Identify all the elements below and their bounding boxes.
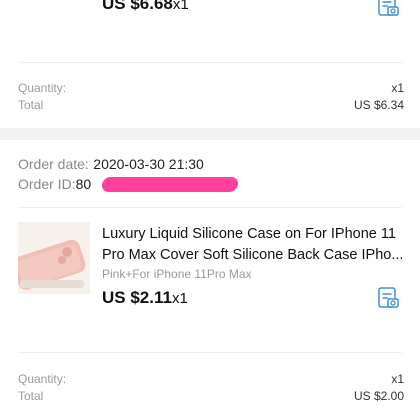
order2-qty-mult: x1 — [171, 290, 188, 307]
order2-total-value: US $2.00 — [353, 389, 404, 403]
order2-item-price: US $2.11x1 — [102, 288, 188, 308]
order2-price-text: US $2.11 — [102, 288, 172, 307]
order1-total-value: US $6.34 — [353, 98, 404, 112]
order2-header-divider — [18, 207, 402, 208]
order1-review-button[interactable] — [376, 0, 400, 23]
product-thumbnail-image — [18, 222, 90, 294]
review-camera-icon — [378, 0, 399, 16]
order-date-value: 2020-03-30 21:30 — [93, 156, 204, 172]
order1-qty-mult: x1 — [172, 0, 189, 13]
order1-quantity-label: Quantity: — [18, 81, 67, 95]
order2-divider — [18, 352, 402, 353]
order2-quantity-label: Quantity: — [18, 372, 67, 386]
redaction-scribble — [100, 177, 240, 192]
order2-date-row: Order date: 2020-03-30 21:30 — [18, 156, 204, 174]
order2-total-label: Total — [18, 389, 44, 403]
order1-divider — [18, 62, 402, 63]
order-id-label: Order ID: — [18, 176, 76, 192]
order1-item-price: US $6.68x1 — [102, 0, 189, 14]
product-title[interactable]: Luxury Liquid Silicone Case on For IPhon… — [102, 224, 406, 266]
product-variant: Pink+For iPhone 11Pro Max — [102, 267, 252, 281]
order-date-label: Order date: — [18, 156, 89, 172]
order1-quantity-value: x1 — [391, 81, 404, 95]
order2-review-button[interactable] — [376, 286, 400, 315]
order-separator-band — [0, 128, 420, 140]
order2-id-row: Order ID:80 — [18, 176, 278, 196]
review-camera-icon — [378, 287, 399, 308]
order-id-value: 80 — [75, 176, 92, 192]
order1-total-label: Total — [18, 98, 44, 112]
order2-quantity-value: x1 — [391, 372, 404, 386]
product-thumbnail[interactable] — [18, 222, 90, 294]
order1-price-text: US $6.68 — [102, 0, 173, 13]
